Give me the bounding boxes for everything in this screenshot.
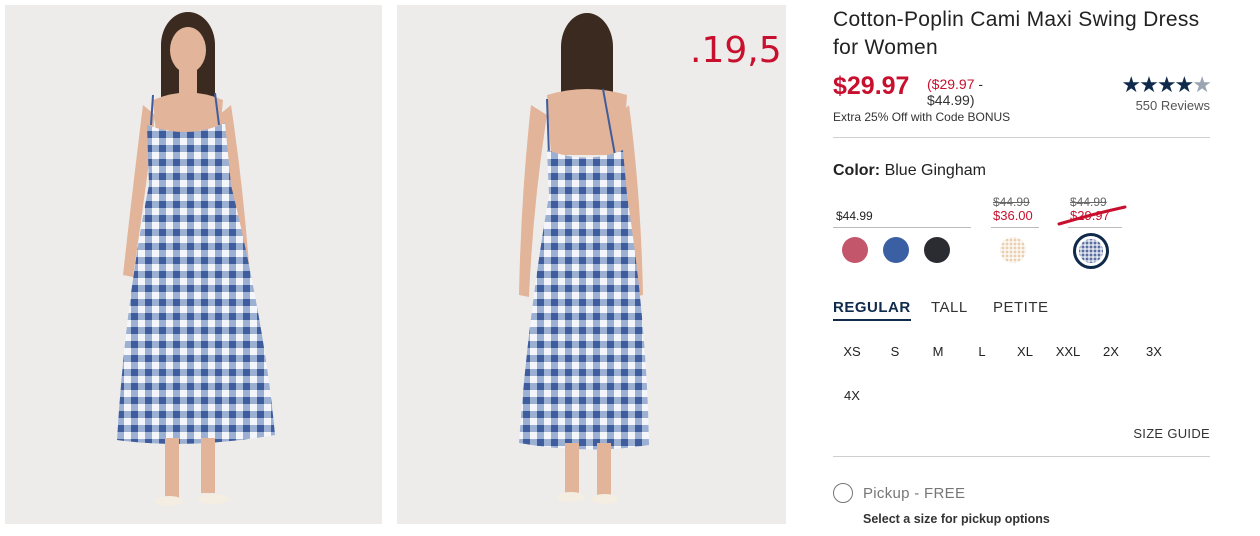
size-4x[interactable]: 4X bbox=[834, 388, 870, 403]
swatch-blue[interactable] bbox=[883, 237, 909, 263]
product-photo-back[interactable] bbox=[397, 5, 786, 524]
swatch-black[interactable] bbox=[924, 237, 950, 263]
size-2x[interactable]: 2X bbox=[1093, 344, 1129, 359]
swatch-group-divider bbox=[833, 227, 971, 228]
swatch-group-divider bbox=[991, 227, 1039, 228]
price-range-high: $44.99) bbox=[927, 92, 975, 108]
size-xl[interactable]: XL bbox=[1007, 344, 1043, 359]
size-s[interactable]: S bbox=[877, 344, 913, 359]
price-range: ($29.97 - $44.99) bbox=[927, 76, 983, 108]
pickup-radio[interactable] bbox=[833, 483, 853, 503]
star-rating-icon: ★★★★★ bbox=[1121, 72, 1212, 97]
reviews-link[interactable]: 550 Reviews bbox=[1121, 98, 1210, 113]
size-3x[interactable]: 3X bbox=[1136, 344, 1172, 359]
color-label-key: Color: bbox=[833, 162, 881, 179]
pickup-label[interactable]: Pickup - FREE bbox=[863, 485, 965, 502]
color-label: Color: Blue Gingham bbox=[833, 162, 986, 180]
size-l[interactable]: L bbox=[964, 344, 1000, 359]
size-xs[interactable]: XS bbox=[834, 344, 870, 359]
handwritten-price-note: .19,5 bbox=[690, 30, 782, 71]
swatch-rose[interactable] bbox=[842, 237, 868, 263]
price-range-separator: - bbox=[974, 76, 984, 92]
swatch-group-price: $44.99 bbox=[836, 209, 873, 223]
product-photo-front[interactable] bbox=[5, 5, 382, 524]
swatch-group-divider bbox=[1068, 227, 1122, 228]
full-stars: ★★★★ bbox=[1121, 72, 1194, 97]
promo-text: Extra 25% Off with Code BONUS bbox=[833, 110, 1011, 124]
swatch-group-price-sale: $44.99 $36.00 bbox=[993, 195, 1033, 223]
color-value: Blue Gingham bbox=[884, 162, 986, 179]
current-price: $29.97 bbox=[833, 72, 910, 100]
group-price-sale: $36.00 bbox=[993, 208, 1033, 223]
price-range-low: ($29.97 bbox=[927, 76, 975, 92]
divider bbox=[833, 456, 1210, 457]
swatch-tan-gingham[interactable] bbox=[1000, 237, 1026, 263]
tab-tall[interactable]: TALL bbox=[931, 299, 968, 319]
half-star-icon: ★ bbox=[1192, 72, 1212, 97]
group-price-regular: $44.99 bbox=[836, 209, 873, 223]
divider bbox=[833, 137, 1210, 138]
tab-regular[interactable]: REGULAR bbox=[833, 299, 911, 321]
size-xxl[interactable]: XXL bbox=[1050, 344, 1086, 359]
size-m[interactable]: M bbox=[920, 344, 956, 359]
tab-petite[interactable]: PETITE bbox=[993, 299, 1049, 319]
product-title: Cotton-Poplin Cami Maxi Swing Dress for … bbox=[833, 8, 1200, 59]
swatch-blue-gingham-selected[interactable] bbox=[1073, 233, 1109, 269]
rating[interactable]: ★★★★★ 550 Reviews bbox=[1121, 72, 1212, 114]
handwritten-strike-mark bbox=[1057, 205, 1127, 226]
group-price-strike: $44.99 bbox=[993, 195, 1030, 209]
pickup-note: Select a size for pickup options bbox=[863, 512, 1050, 526]
size-guide-link[interactable]: SIZE GUIDE bbox=[1133, 426, 1210, 441]
